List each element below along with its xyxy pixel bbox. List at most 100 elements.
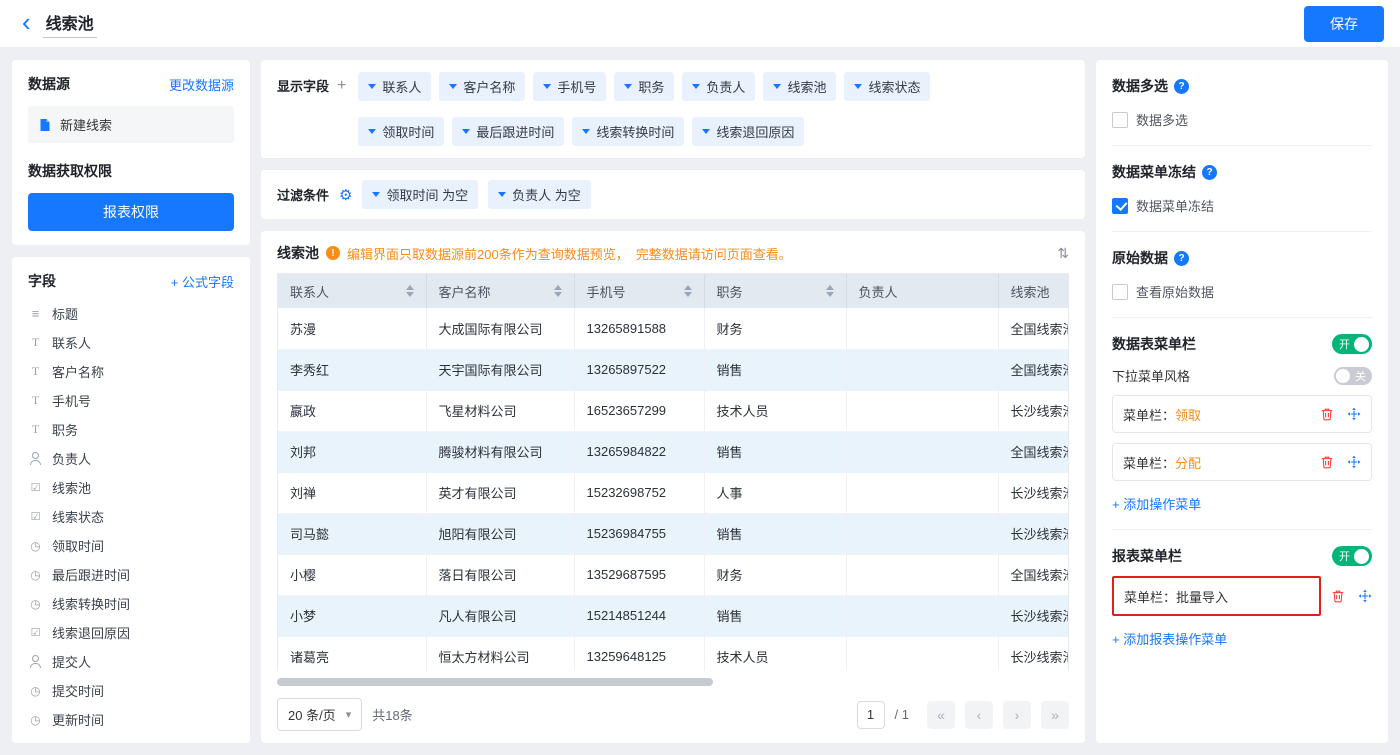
page-size-select[interactable]: 20 条/页 ▾ <box>277 698 362 731</box>
report-menu-toggle[interactable]: 开 <box>1332 546 1372 566</box>
display-field-chip[interactable]: 线索状态 <box>844 72 930 101</box>
prev-page-button[interactable]: ‹ <box>965 701 993 729</box>
report-menu-title: 报表菜单栏 <box>1112 546 1182 566</box>
last-page-button[interactable]: » <box>1041 701 1069 729</box>
preview-warning-link[interactable]: 完整数据请访问页面查看。 <box>636 244 792 263</box>
field-item[interactable]: 提交时间 <box>28 676 234 705</box>
first-page-button[interactable]: « <box>927 701 955 729</box>
add-report-menu-link[interactable]: + 添加报表操作菜单 <box>1112 629 1227 648</box>
field-item[interactable]: 最后跟进时间 <box>28 560 234 589</box>
move-icon[interactable] <box>1347 407 1361 421</box>
display-field-chip[interactable]: 职务 <box>614 72 674 101</box>
filter-chip[interactable]: 负责人 为空 <box>488 180 591 209</box>
sort-icon[interactable] <box>684 285 692 297</box>
scrollbar-thumb[interactable] <box>277 678 713 686</box>
field-item[interactable]: 更新时间 <box>28 705 234 734</box>
table-cell: 全国线索池 <box>998 554 1069 595</box>
menu-item-value[interactable]: 批量导入 <box>1176 590 1228 605</box>
field-item[interactable]: 提交人 <box>28 647 234 676</box>
display-field-chip[interactable]: 最后跟进时间 <box>452 117 564 146</box>
menu-item-prefix: 菜单栏： <box>1123 408 1175 423</box>
column-header[interactable]: 手机号 <box>587 282 626 301</box>
dropdown-style-toggle[interactable]: 关 <box>1334 367 1372 385</box>
sort-icon[interactable] <box>406 285 414 297</box>
display-field-chip[interactable]: 负责人 <box>682 72 755 101</box>
menu-item-value[interactable]: 领取 <box>1175 408 1201 423</box>
chevron-down-icon <box>624 84 632 89</box>
gear-icon[interactable]: ⚙ <box>339 186 352 204</box>
help-icon[interactable]: ? <box>1174 251 1189 266</box>
menu-item-value[interactable]: 分配 <box>1175 456 1201 471</box>
field-item[interactable]: 手机号 <box>28 386 234 415</box>
chevron-down-icon <box>368 84 376 89</box>
move-icon[interactable] <box>1347 455 1361 469</box>
column-header[interactable]: 职务 <box>717 282 743 301</box>
change-datasource-link[interactable]: 更改数据源 <box>169 75 234 94</box>
next-page-button[interactable]: › <box>1003 701 1031 729</box>
report-permission-button[interactable]: 报表权限 <box>28 193 234 231</box>
column-header[interactable]: 负责人 <box>859 282 898 301</box>
field-item[interactable]: 职务 <box>28 415 234 444</box>
sort-icon[interactable] <box>554 285 562 297</box>
add-display-field-button[interactable]: + <box>337 78 346 94</box>
raw-data-checkbox[interactable] <box>1112 284 1128 300</box>
highlighted-menu-item[interactable]: 菜单栏：批量导入 <box>1112 576 1321 616</box>
column-header[interactable]: 联系人 <box>290 282 329 301</box>
right-sidebar: 数据多选 ? 数据多选 数据菜单冻结 ? 数据菜单冻结 原始数据 ? <box>1096 60 1388 743</box>
menu-freeze-checkbox[interactable] <box>1112 198 1128 214</box>
time-icon <box>28 539 43 553</box>
column-header[interactable]: 客户名称 <box>439 282 491 301</box>
table-cell: 13265891588 <box>574 308 704 349</box>
move-icon[interactable] <box>1358 589 1372 603</box>
display-field-chip[interactable]: 联系人 <box>358 72 431 101</box>
table-menu-toggle[interactable]: 开 <box>1332 334 1372 354</box>
help-icon[interactable]: ? <box>1174 79 1189 94</box>
datasource-item[interactable]: 新建线索 <box>28 106 234 143</box>
table-cell: 财务 <box>704 554 846 595</box>
top-bar: ‹ 线索池 保存 <box>0 0 1400 48</box>
table-row: 刘禅英才有限公司15232698752人事长沙线索池 <box>278 472 1069 513</box>
multi-select-checkbox[interactable] <box>1112 112 1128 128</box>
field-item[interactable]: 领取时间 <box>28 531 234 560</box>
field-item[interactable]: 标题 <box>28 299 234 328</box>
field-item[interactable]: 联系人 <box>28 328 234 357</box>
table-row: 小梦凡人有限公司15214851244销售长沙线索池 <box>278 595 1069 636</box>
multi-select-title: 数据多选 <box>1112 76 1168 96</box>
field-item[interactable]: 客户名称 <box>28 357 234 386</box>
table-menu-title: 数据表菜单栏 <box>1112 334 1196 354</box>
save-button[interactable]: 保存 <box>1304 6 1384 42</box>
table-cell <box>846 472 998 513</box>
field-item[interactable]: 线索池 <box>28 473 234 502</box>
display-fields-label: 显示字段 <box>277 76 329 95</box>
display-field-chip[interactable]: 手机号 <box>533 72 606 101</box>
time-icon <box>28 568 43 582</box>
delete-icon[interactable] <box>1320 407 1334 421</box>
table-cell <box>846 390 998 431</box>
chevron-down-icon: ▾ <box>346 708 352 721</box>
text-icon <box>28 335 43 350</box>
field-item[interactable]: 线索状态 <box>28 502 234 531</box>
display-field-chip[interactable]: 领取时间 <box>358 117 444 146</box>
warning-icon: ! <box>326 246 340 260</box>
filter-chip[interactable]: 领取时间 为空 <box>362 180 478 209</box>
chevron-down-icon <box>702 129 710 134</box>
delete-icon[interactable] <box>1320 455 1334 469</box>
display-field-chip[interactable]: 线索转换时间 <box>572 117 684 146</box>
delete-icon[interactable] <box>1331 589 1345 603</box>
field-item[interactable]: 线索退回原因 <box>28 618 234 647</box>
back-icon[interactable]: ‹ <box>22 9 31 35</box>
help-icon[interactable]: ? <box>1202 165 1217 180</box>
display-field-chip[interactable]: 线索池 <box>763 72 836 101</box>
display-field-chip[interactable]: 线索退回原因 <box>692 117 804 146</box>
add-action-menu-link[interactable]: + 添加操作菜单 <box>1112 494 1201 513</box>
column-header[interactable]: 线索池 <box>1011 282 1050 301</box>
field-item[interactable]: 线索转换时间 <box>28 589 234 618</box>
display-field-chip[interactable]: 客户名称 <box>439 72 525 101</box>
horizontal-scrollbar[interactable] <box>277 678 1069 686</box>
sort-order-icon[interactable]: ⇅ <box>1057 245 1069 262</box>
table-cell <box>846 513 998 554</box>
field-item[interactable]: 负责人 <box>28 444 234 473</box>
add-formula-field-link[interactable]: + 公式字段 <box>171 272 234 291</box>
current-page-input[interactable]: 1 <box>857 701 885 729</box>
sort-icon[interactable] <box>826 285 834 297</box>
